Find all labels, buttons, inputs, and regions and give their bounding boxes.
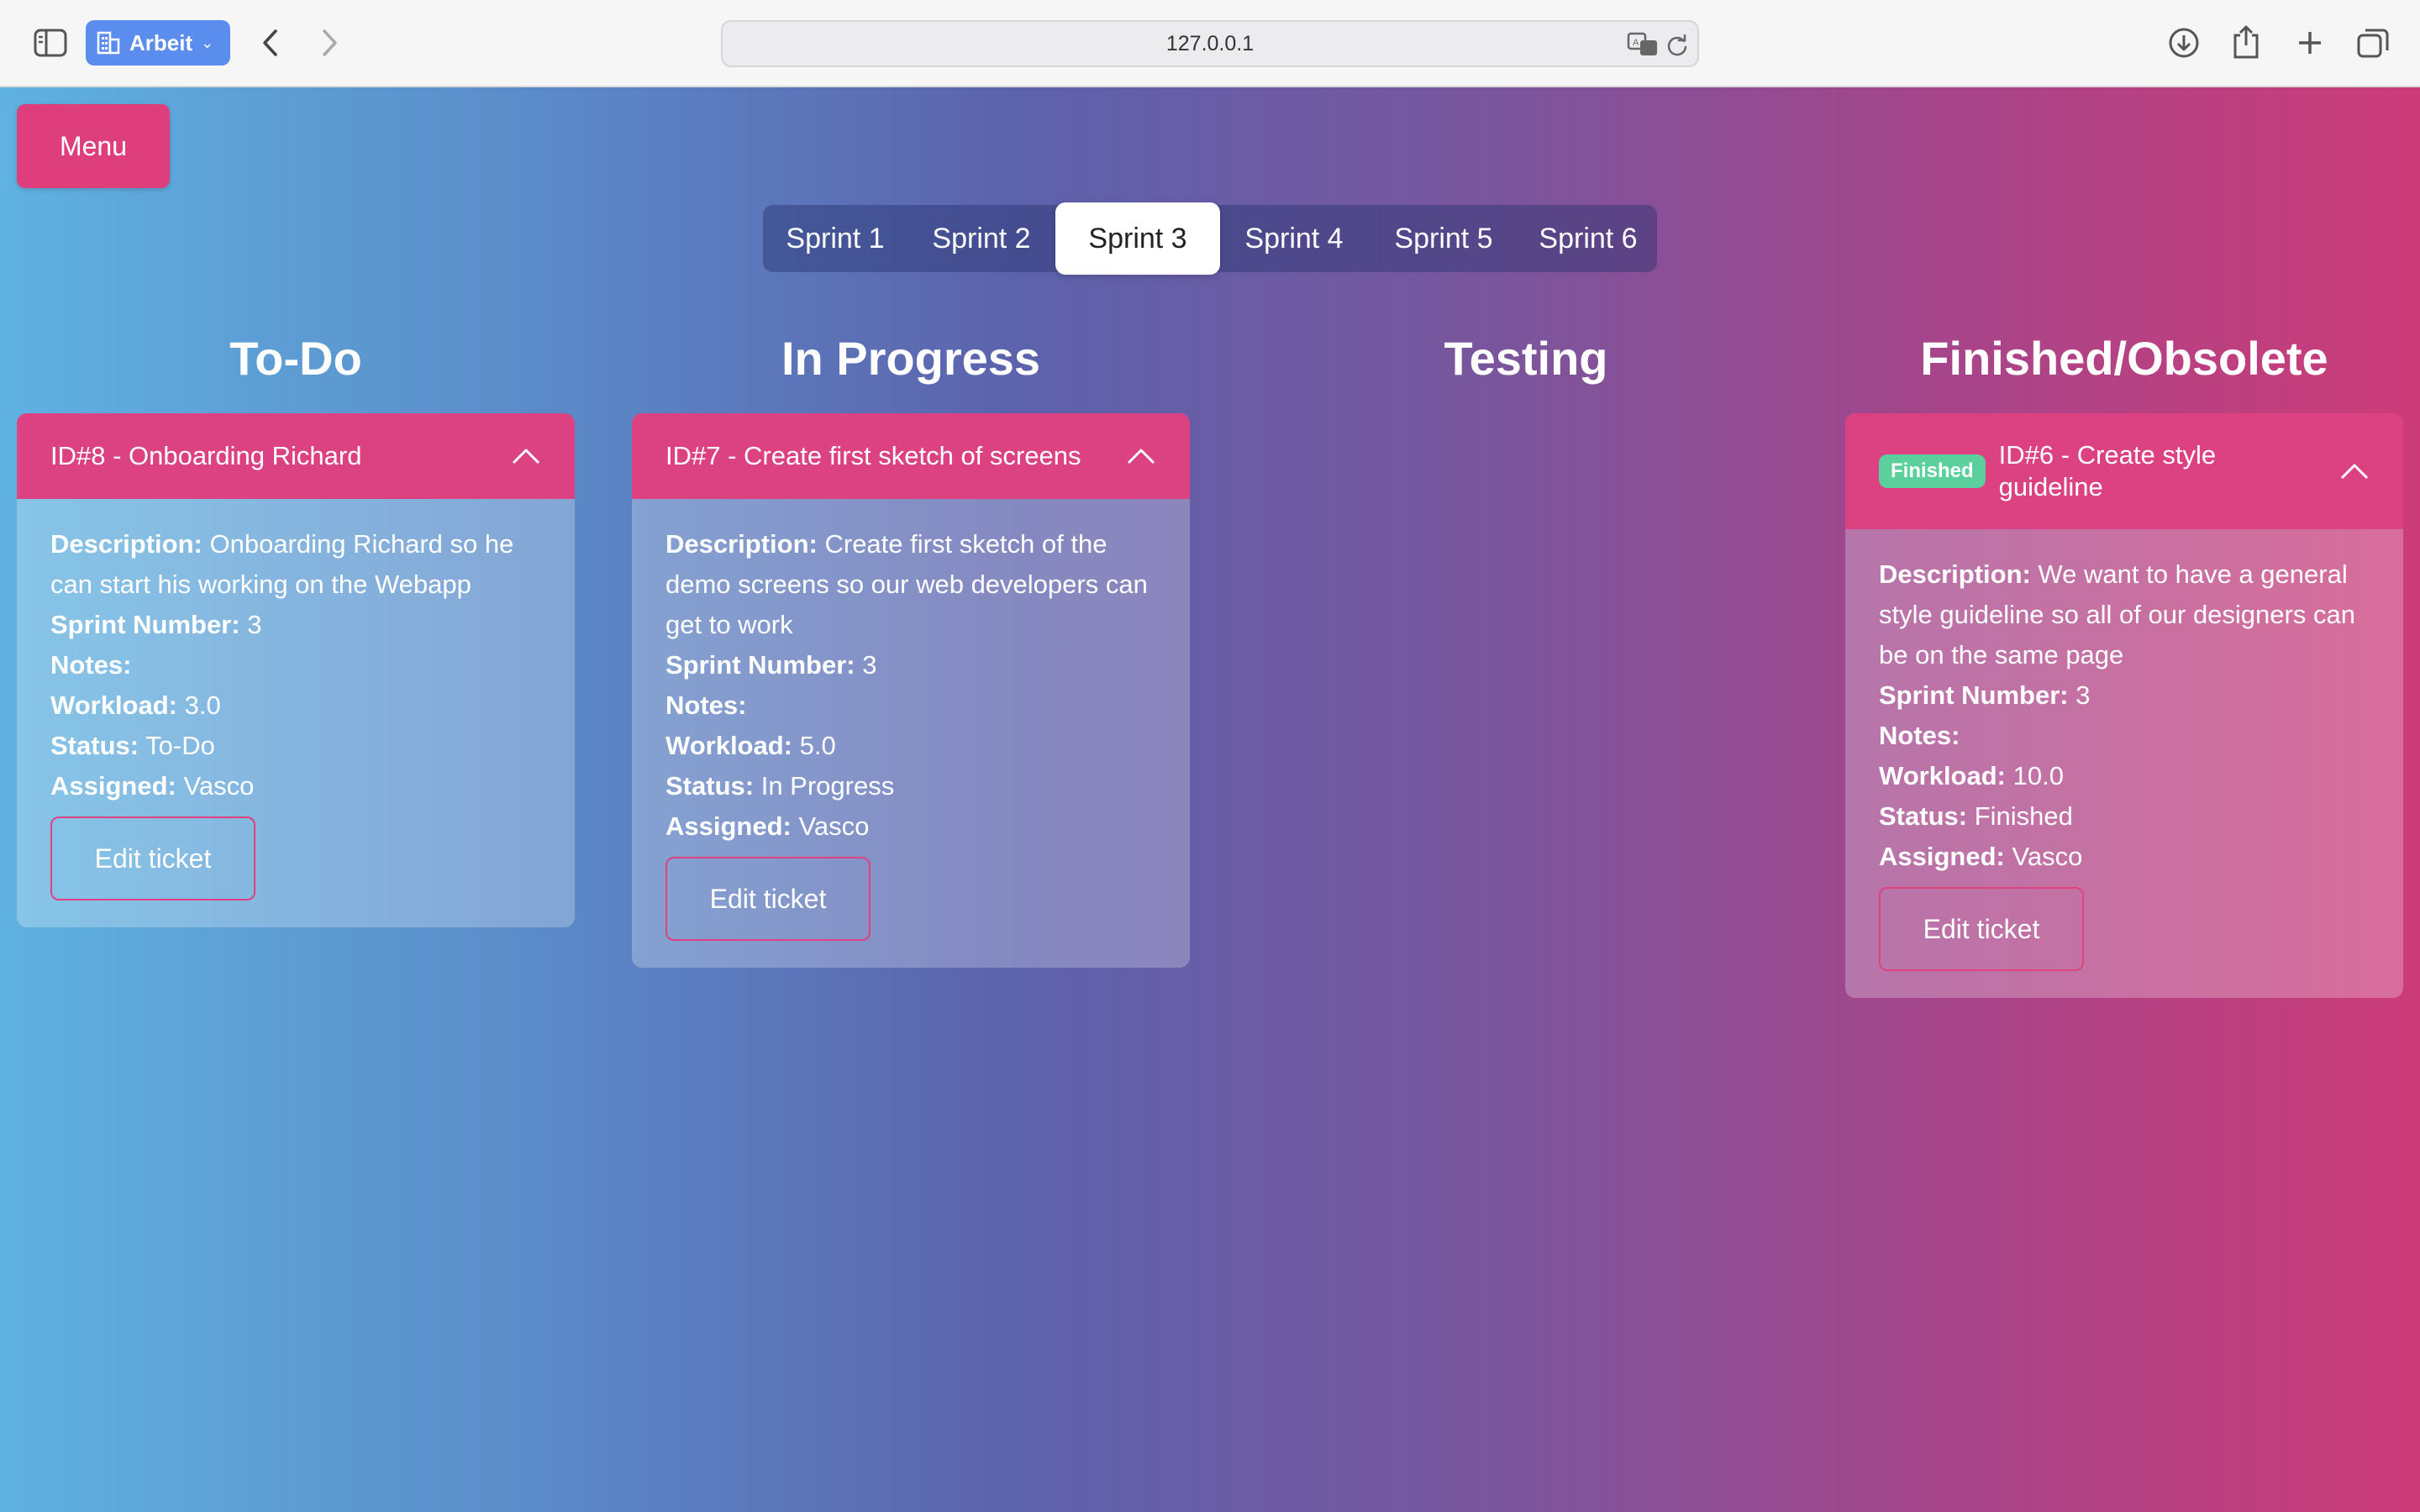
ticket-notes: Notes: <box>1879 721 1960 750</box>
ticket-assigned: Assigned: Vasco <box>666 811 870 841</box>
ticket-description: Description: Onboarding Richard so he ca… <box>50 529 514 599</box>
ticket-sprint-number: Sprint Number: 3 <box>666 650 877 680</box>
ticket-sprint-number: Sprint Number: 3 <box>50 610 262 639</box>
ticket-header[interactable]: Finished ID#6 - Create style guideline <box>1845 413 2403 529</box>
ticket-header[interactable]: ID#8 - Onboarding Richard <box>17 413 575 499</box>
svg-text:A: A <box>1633 38 1639 48</box>
ticket-card: Finished ID#6 - Create style guideline D… <box>1845 413 2403 998</box>
profile-label: Arbeit <box>129 29 193 55</box>
ticket-assigned: Assigned: Vasco <box>1879 842 2083 871</box>
building-icon <box>97 31 120 55</box>
ticket-card: ID#8 - Onboarding Richard Description: O… <box>17 413 575 927</box>
back-arrow-icon[interactable] <box>260 29 281 57</box>
ticket-title: ID#8 - Onboarding Richard <box>50 441 362 470</box>
tab-sprint-1[interactable]: Sprint 1 <box>763 205 908 272</box>
address-bar[interactable]: 127.0.0.1 A <box>721 20 1699 67</box>
ticket-notes: Notes: <box>50 650 132 680</box>
tab-sprint-2[interactable]: Sprint 2 <box>908 205 1055 272</box>
ticket-description: Description: Create first sketch of the … <box>666 529 1148 639</box>
column-title-testing: Testing <box>1444 332 1608 385</box>
ticket-title: ID#7 - Create first sketch of screens <box>666 441 1081 470</box>
sprint-tabs: Sprint 1 Sprint 2 Sprint 3 Sprint 4 Spri… <box>763 202 1657 275</box>
tab-sprint-6[interactable]: Sprint 6 <box>1519 205 1657 272</box>
menu-button[interactable]: Menu <box>17 104 170 188</box>
reload-icon[interactable] <box>1665 34 1689 57</box>
chevron-down-icon: ⌄ <box>201 34 214 51</box>
chevron-up-icon[interactable] <box>1126 447 1156 465</box>
column-title-todo: To-Do <box>229 332 362 385</box>
ticket-header[interactable]: ID#7 - Create first sketch of screens <box>632 413 1190 499</box>
chevron-up-icon[interactable] <box>511 447 541 465</box>
url-text: 127.0.0.1 <box>1165 32 1255 55</box>
ticket-body: Description: We want to have a general s… <box>1845 529 2403 998</box>
ticket-assigned: Assigned: Vasco <box>50 771 255 801</box>
browser-toolbar: Arbeit ⌄ 127.0.0.1 A <box>0 0 2420 87</box>
ticket-workload: Workload: 3.0 <box>50 690 221 720</box>
ticket-status: Status: Finished <box>1879 801 2073 831</box>
ticket-status: Status: In Progress <box>666 771 895 801</box>
tab-sprint-3[interactable]: Sprint 3 <box>1055 202 1220 275</box>
ticket-workload: Workload: 5.0 <box>666 731 836 760</box>
ticket-notes: Notes: <box>666 690 747 720</box>
kanban-page: Menu Sprint 1 Sprint 2 Sprint 3 Sprint 4… <box>0 87 2420 1512</box>
translate-icon[interactable]: A <box>1627 32 1660 57</box>
tab-group-profile-button[interactable]: Arbeit ⌄ <box>86 20 230 66</box>
tab-sprint-5[interactable]: Sprint 5 <box>1368 205 1519 272</box>
ticket-status: Status: To-Do <box>50 731 215 760</box>
tab-sprint-4[interactable]: Sprint 4 <box>1220 205 1368 272</box>
sidebar-toggle-icon[interactable] <box>34 29 67 57</box>
ticket-card: ID#7 - Create first sketch of screens De… <box>632 413 1190 968</box>
status-badge: Finished <box>1879 454 1986 488</box>
ticket-body: Description: Create first sketch of the … <box>632 499 1190 968</box>
new-tab-plus-icon[interactable] <box>2296 29 2324 57</box>
edit-ticket-button[interactable]: Edit ticket <box>666 857 871 941</box>
forward-arrow-icon[interactable] <box>319 29 339 57</box>
edit-ticket-button[interactable]: Edit ticket <box>50 816 255 900</box>
column-title-finished: Finished/Obsolete <box>1920 332 2328 385</box>
tab-overview-icon[interactable] <box>2356 27 2390 59</box>
download-icon[interactable] <box>2168 27 2200 59</box>
column-title-in-progress: In Progress <box>781 332 1041 385</box>
ticket-title: ID#6 - Create style guideline <box>1998 440 2217 501</box>
ticket-body: Description: Onboarding Richard so he ca… <box>17 499 575 927</box>
share-icon[interactable] <box>2232 24 2260 59</box>
edit-ticket-button[interactable]: Edit ticket <box>1879 887 2084 971</box>
ticket-description: Description: We want to have a general s… <box>1879 559 2355 669</box>
ticket-workload: Workload: 10.0 <box>1879 761 2064 790</box>
chevron-up-icon[interactable] <box>2339 462 2370 480</box>
ticket-sprint-number: Sprint Number: 3 <box>1879 680 2091 710</box>
